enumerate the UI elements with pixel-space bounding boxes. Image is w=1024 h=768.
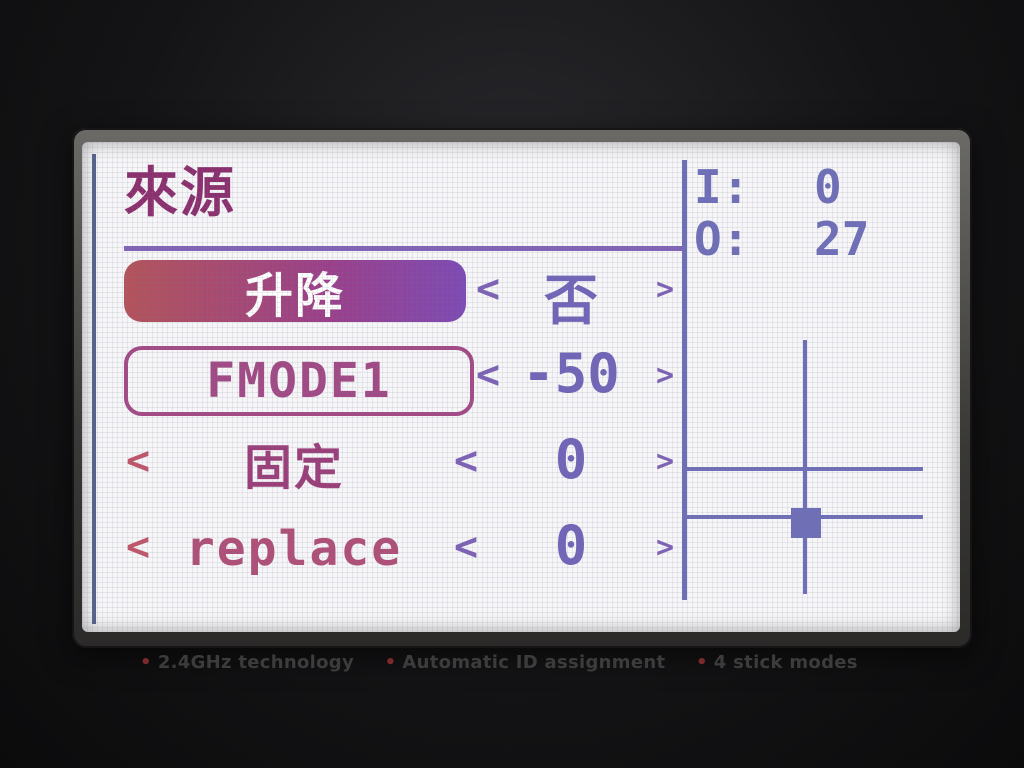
lcd-edge <box>92 154 96 624</box>
increment-arrow[interactable]: > <box>656 444 674 479</box>
value-decrement-arrow[interactable]: < <box>454 524 478 570</box>
lcd-screen: 來源 I: 0 O: 27 升降 < 否 > FMODE1 < -50 > < 固定… <box>82 142 960 632</box>
feature-item: • 2.4GHz technology <box>140 652 355 673</box>
output-value: 27 <box>814 212 870 266</box>
output-readout: O: 27 <box>694 216 869 262</box>
curve-graph <box>687 340 923 594</box>
input-readout: I: 0 <box>694 164 842 210</box>
list-item[interactable]: FMODE1 < -50 > <box>124 342 684 416</box>
decrement-arrow[interactable]: < <box>126 438 150 484</box>
feature-item: • Automatic ID assignment <box>384 652 666 673</box>
graph-cursor-marker <box>791 508 821 538</box>
row-value: 0 <box>554 514 588 577</box>
row-value: -50 <box>522 342 620 405</box>
decrement-arrow[interactable]: < <box>126 524 150 570</box>
feature-item: • 4 stick modes <box>695 652 858 673</box>
increment-arrow[interactable]: > <box>656 530 674 565</box>
source-selector-4[interactable]: replace <box>164 518 424 580</box>
list-item[interactable]: < 固定 < 0 > <box>124 428 684 498</box>
value-decrement-arrow[interactable]: < <box>454 438 478 484</box>
title-divider <box>124 246 684 251</box>
source-selector-1[interactable]: 升降 <box>124 260 466 324</box>
page-title: 來源 <box>124 161 236 224</box>
row-value: 否 <box>544 269 598 332</box>
source-selector-3[interactable]: 固定 <box>164 432 424 496</box>
row-value: 0 <box>554 428 588 491</box>
input-value: 0 <box>814 160 842 214</box>
increment-arrow[interactable]: > <box>656 272 674 307</box>
increment-arrow[interactable]: > <box>656 358 674 393</box>
list-item[interactable]: < replace < 0 > <box>124 514 684 584</box>
output-label: O: <box>694 212 750 266</box>
list-item[interactable]: 升降 < 否 > <box>124 256 684 332</box>
source-selector-2[interactable]: FMODE1 <box>124 346 474 416</box>
bezel-feature-list: • 2.4GHz technology • Automatic ID assignm… <box>140 652 900 673</box>
input-label: I: <box>694 160 750 214</box>
